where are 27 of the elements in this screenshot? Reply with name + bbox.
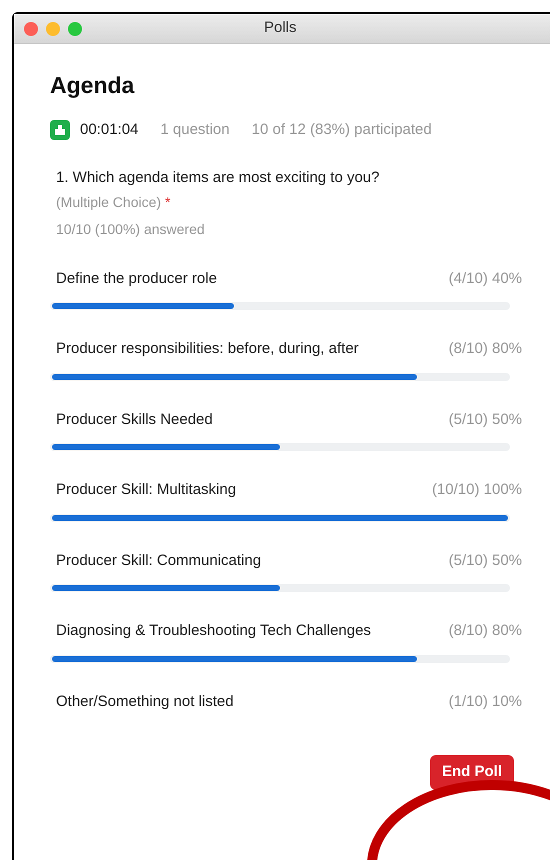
close-window-icon[interactable] [24,22,38,36]
question-text: 1. Which agenda items are most exciting to you? [56,168,380,188]
minimize-window-icon[interactable] [46,22,60,36]
option-result: (8/10) 80% [448,621,522,641]
option-result: (5/10) 50% [448,410,522,430]
option-label: Define the producer role [56,268,218,288]
question-type: (Multiple Choice) [56,194,162,210]
option-result: (10/10) 100% [432,480,522,500]
question-count: 1 question [160,120,230,140]
option-result: (4/10) 40% [448,268,522,288]
option-result: (1/10) 10% [448,692,522,712]
timer-text: 00:01:04 [80,120,138,140]
zoom-window-icon[interactable] [68,22,82,36]
option-label: Producer Skills Needed [56,410,214,430]
option-label: Producer Skill: Multitasking [56,480,238,500]
participation-text: 10 of 12 (83%) participated [252,120,432,140]
option-label: Producer Skill: Communicating [56,550,262,570]
option-result: (5/10) 50% [448,550,522,570]
answered-text: 10/10 (100%) answered [56,220,206,239]
option-label: Diagnosing & Troubleshooting Tech Challenges [56,621,372,641]
option-result: (8/10) 80% [448,339,522,359]
window-title: Polls [264,18,297,38]
poll-title: Agenda [50,71,136,100]
option-label: Other/Something not listed [56,692,235,712]
poll-status-icon [50,120,70,140]
option-label: Producer responsibilities: before, during, after [56,339,360,359]
required-mark: * [164,194,170,210]
